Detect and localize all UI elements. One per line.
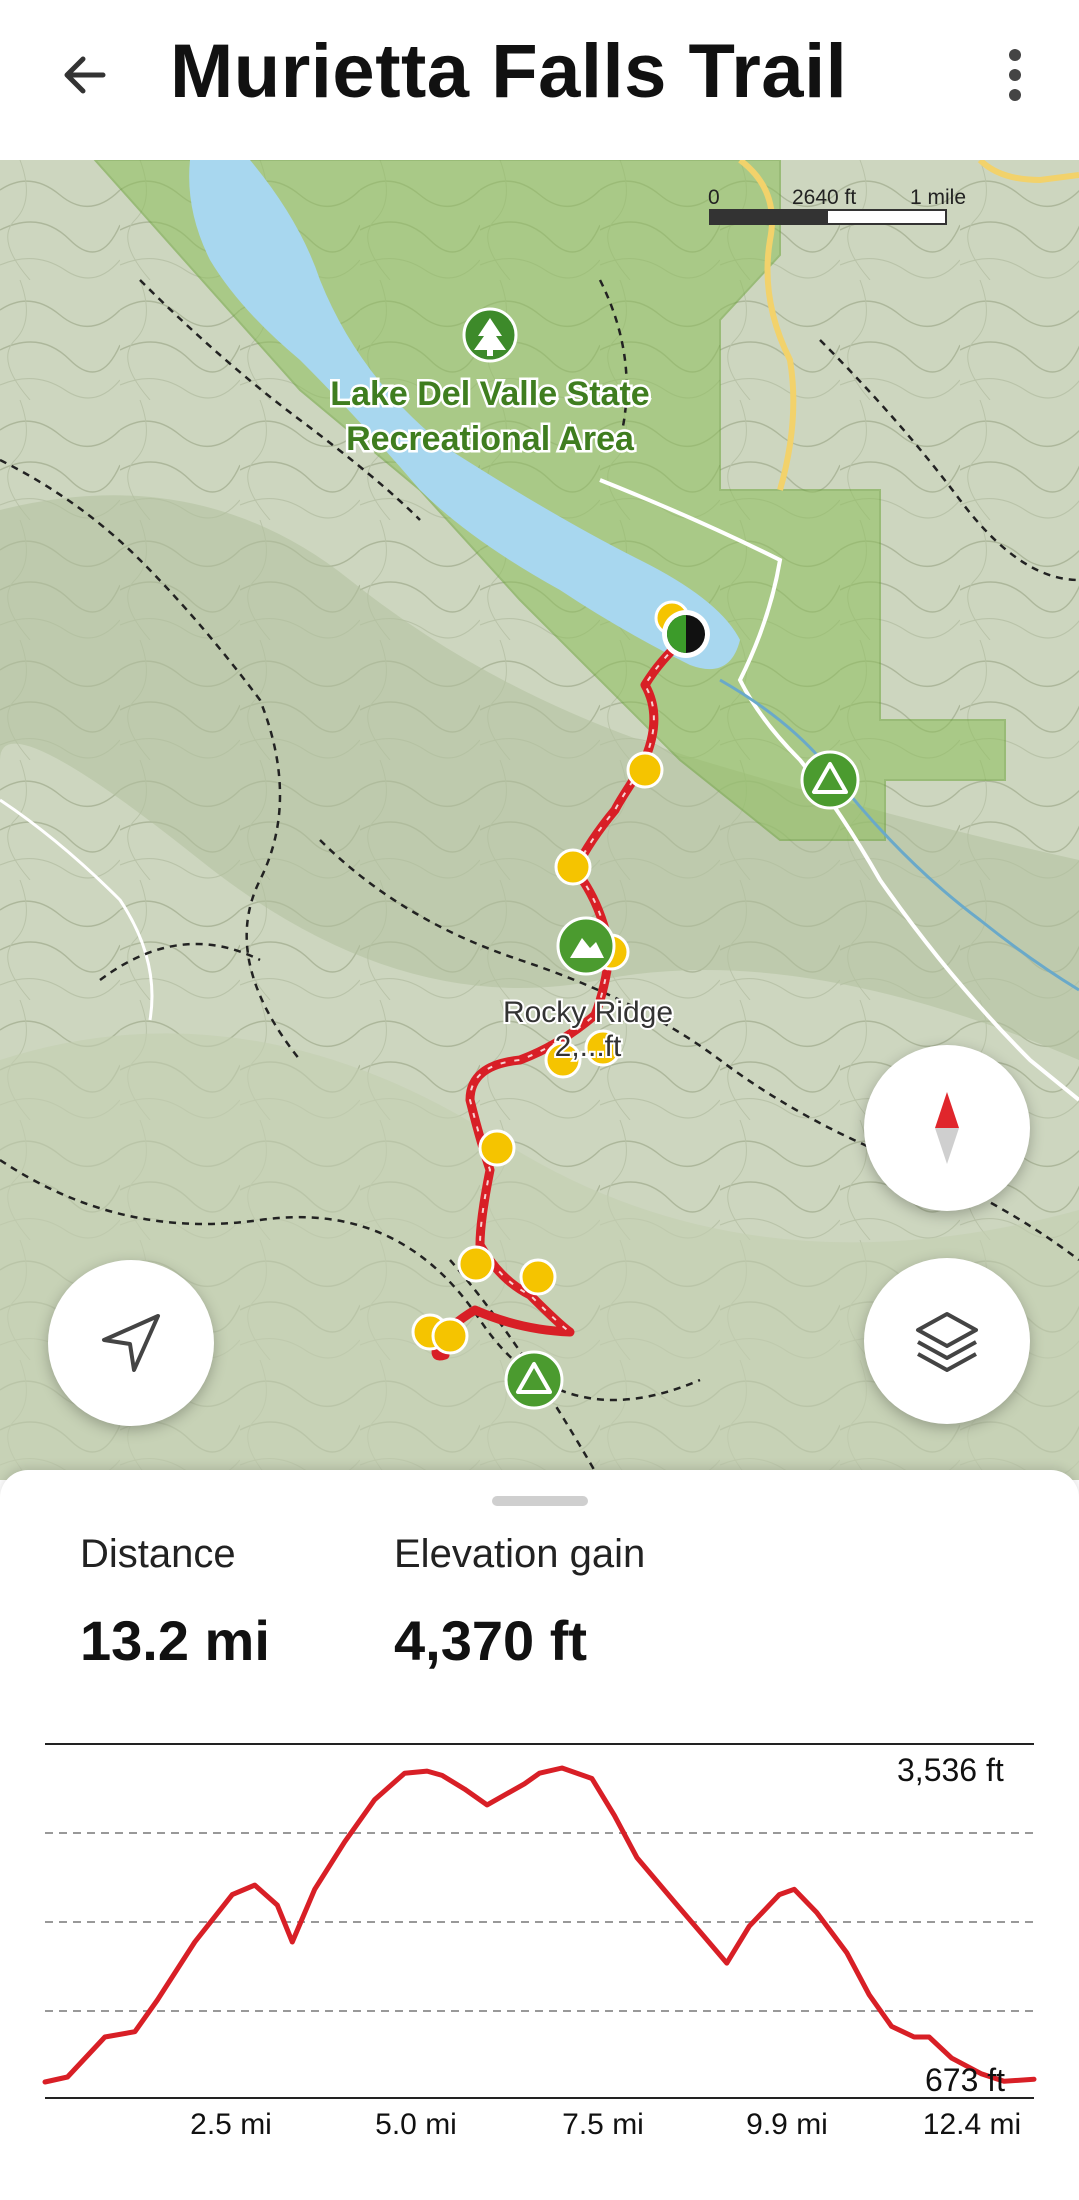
park-label-line1: Lake Del Valle State	[330, 375, 649, 413]
campground-south-icon[interactable]	[504, 1350, 564, 1410]
navigation-arrow-icon	[102, 1314, 160, 1372]
elevation-gain-value: 4,370 ft	[394, 1609, 587, 1672]
trail-map[interactable]: Lake Del Valle State Recreational Area R…	[0, 160, 1079, 1480]
locate-button[interactable]	[48, 1260, 214, 1426]
back-button[interactable]	[50, 40, 120, 110]
scale-mid: 2640 ft	[792, 186, 856, 209]
elevation-gain-label: Elevation gain	[394, 1532, 646, 1576]
app-header: Murietta Falls Trail	[0, 0, 1079, 160]
distance-value: 13.2 mi	[80, 1609, 270, 1672]
elevation-series-line	[42, 1765, 1037, 2085]
scale-zero: 0	[708, 186, 720, 209]
sheet-drag-handle[interactable]	[492, 1496, 588, 1506]
waypoint-2[interactable]	[626, 751, 664, 789]
park-label-line2: Recreational Area	[346, 420, 635, 458]
compass-button[interactable]	[864, 1045, 1030, 1211]
peak-label-line2: 2,...ft	[555, 1030, 622, 1063]
elevation-min-label: 673 ft	[925, 2062, 1006, 2098]
peak-icon[interactable]	[556, 916, 616, 976]
waypoint-9[interactable]	[519, 1258, 557, 1296]
more-options-button[interactable]	[985, 40, 1045, 110]
compass-icon	[935, 1092, 959, 1164]
peak-label-line1: Rocky Ridge	[503, 996, 673, 1029]
waypoint-11[interactable]	[431, 1317, 469, 1355]
campground-icon[interactable]	[800, 750, 860, 810]
distance-label: Distance	[80, 1532, 236, 1576]
layers-button[interactable]	[864, 1258, 1030, 1424]
x-tick-label: 2.5 mi	[190, 2108, 272, 2141]
waypoint-7[interactable]	[478, 1129, 516, 1167]
x-tick-label: 5.0 mi	[375, 2108, 457, 2141]
scale-end: 1 mile	[910, 186, 966, 209]
x-tick-label: 9.9 mi	[746, 2108, 828, 2141]
x-tick-label: 12.4 mi	[922, 2108, 1022, 2141]
arrow-left-icon	[64, 56, 106, 94]
park-tree-icon[interactable]	[462, 307, 518, 363]
elevation-max-label: 3,536 ft	[897, 1752, 1004, 1788]
page-title: Murietta Falls Trail	[170, 29, 848, 114]
waypoint-8[interactable]	[457, 1245, 495, 1283]
trailhead-marker[interactable]	[662, 610, 710, 658]
waypoint-3[interactable]	[554, 848, 592, 886]
layers-icon	[916, 1312, 978, 1372]
x-tick-label: 7.5 mi	[562, 2108, 644, 2141]
more-vertical-icon	[1009, 49, 1021, 101]
